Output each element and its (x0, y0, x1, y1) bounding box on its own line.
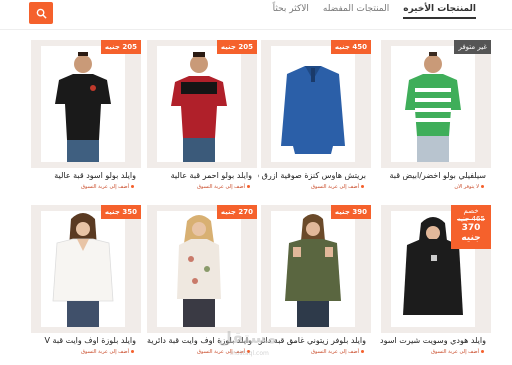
add-to-cart-label: أضف إلى عربة التسوق (81, 184, 129, 190)
price-tag: 450 جنيه (330, 40, 371, 54)
product-title[interactable]: وايلد بولو احمر قبة عالية (144, 171, 252, 180)
price-tag: 205 جنيه (100, 40, 141, 54)
floral-blouse-image (157, 211, 241, 327)
tab-list: المنتجات الأخيره المنتجات المفضله الاكثر… (273, 4, 476, 19)
add-to-cart-link[interactable]: أضف إلى عربة التسوق (311, 184, 364, 190)
red-polo-image (157, 46, 241, 162)
product-title[interactable]: وايلد بلوزة اوف وايت قبة V (28, 336, 137, 345)
price-tag: 270 جنيه (216, 205, 257, 219)
tab-most-searched[interactable]: الاكثر بحثاً (273, 4, 309, 19)
product-card[interactable]: 350 جنيه وايلد بلوزة اوف وايت قبة V أضف … (28, 205, 144, 365)
cart-dot-icon (481, 185, 484, 188)
product-title[interactable]: وايلد بولو اسود قبة عالية (28, 171, 136, 180)
white-blouse-image (41, 211, 125, 327)
add-to-cart-label: لا يتوفر الان (454, 184, 479, 190)
tab-latest-products[interactable]: المنتجات الأخيره (403, 4, 476, 19)
sale-label: خصم (463, 207, 479, 215)
watermark-logo: مستقل (218, 328, 277, 347)
add-to-cart-link[interactable]: أضف إلى عربة التسوق (311, 349, 364, 355)
new-price: 370 جنيه (461, 223, 481, 243)
search-button[interactable] (29, 2, 53, 24)
cart-dot-icon (361, 185, 364, 188)
add-to-cart-link[interactable]: لا يتوفر الان (454, 184, 484, 190)
product-photo[interactable] (271, 211, 355, 327)
sale-badge: خصم 465 جنيه 370 جنيه (451, 205, 491, 249)
product-photo[interactable] (41, 211, 125, 327)
price-tag: 350 جنيه (100, 205, 141, 219)
product-photo[interactable] (157, 46, 241, 162)
search-icon (36, 8, 47, 19)
cart-dot-icon (131, 185, 134, 188)
add-to-cart-label: أضف إلى عربة التسوق (431, 349, 479, 355)
top-bar: المنتجات الأخيره المنتجات المفضله الاكثر… (0, 0, 512, 30)
old-price: 465 جنيه (457, 215, 485, 223)
cart-dot-icon (131, 350, 134, 353)
out-of-stock-badge: غير متوفر (454, 40, 491, 54)
product-title[interactable]: وايلد هودي وسويت شيرت اسود قبة (378, 336, 486, 345)
add-to-cart-link[interactable]: أضف إلى عربة التسوق (431, 349, 484, 355)
add-to-cart-label: أضف إلى عربة التسوق (197, 184, 245, 190)
product-card[interactable]: غير متوفر سيلفيلي بولو اخضر/ابيض قبة لا … (378, 40, 494, 200)
product-photo[interactable] (391, 46, 475, 162)
cart-dot-icon (247, 185, 250, 188)
add-to-cart-label: أضف إلى عربة التسوق (311, 349, 359, 355)
add-to-cart-label: أضف إلى عربة التسوق (311, 184, 359, 190)
add-to-cart-label: أضف إلى عربة التسوق (81, 349, 129, 355)
product-photo[interactable] (157, 211, 241, 327)
olive-sweater-image (271, 211, 355, 327)
product-card[interactable]: 205 جنيه وايلد بولو اسود قبة عالية أضف إ… (28, 40, 144, 200)
add-to-cart-link[interactable]: أضف إلى عربة التسوق (81, 184, 134, 190)
product-card[interactable]: 450 جنيه بريتش هاوس كنزة صوفية ازرق قبة … (258, 40, 374, 200)
product-title[interactable]: سيلفيلي بولو اخضر/ابيض قبة (378, 171, 486, 180)
black-polo-image (41, 46, 125, 162)
green-striped-polo-image (391, 46, 475, 162)
product-card[interactable]: 205 جنيه وايلد بولو احمر قبة عالية أضف إ… (144, 40, 260, 200)
product-title[interactable]: بريتش هاوس كنزة صوفية ازرق قبة (258, 171, 366, 180)
add-to-cart-link[interactable]: أضف إلى عربة التسوق (81, 349, 134, 355)
product-card[interactable]: خصم 465 جنيه 370 جنيه وايلد هودي وسويت ش… (378, 205, 494, 365)
cart-dot-icon (481, 350, 484, 353)
watermark-url: mostaql.com (230, 350, 269, 357)
product-photo[interactable] (41, 46, 125, 162)
cart-dot-icon (361, 350, 364, 353)
product-photo[interactable] (271, 46, 355, 162)
blue-sweater-image (271, 46, 355, 162)
price-tag: 390 جنيه (330, 205, 371, 219)
add-to-cart-link[interactable]: أضف إلى عربة التسوق (197, 184, 250, 190)
price-tag: 205 جنيه (216, 40, 257, 54)
tab-favorite-products[interactable]: المنتجات المفضله (323, 4, 389, 19)
